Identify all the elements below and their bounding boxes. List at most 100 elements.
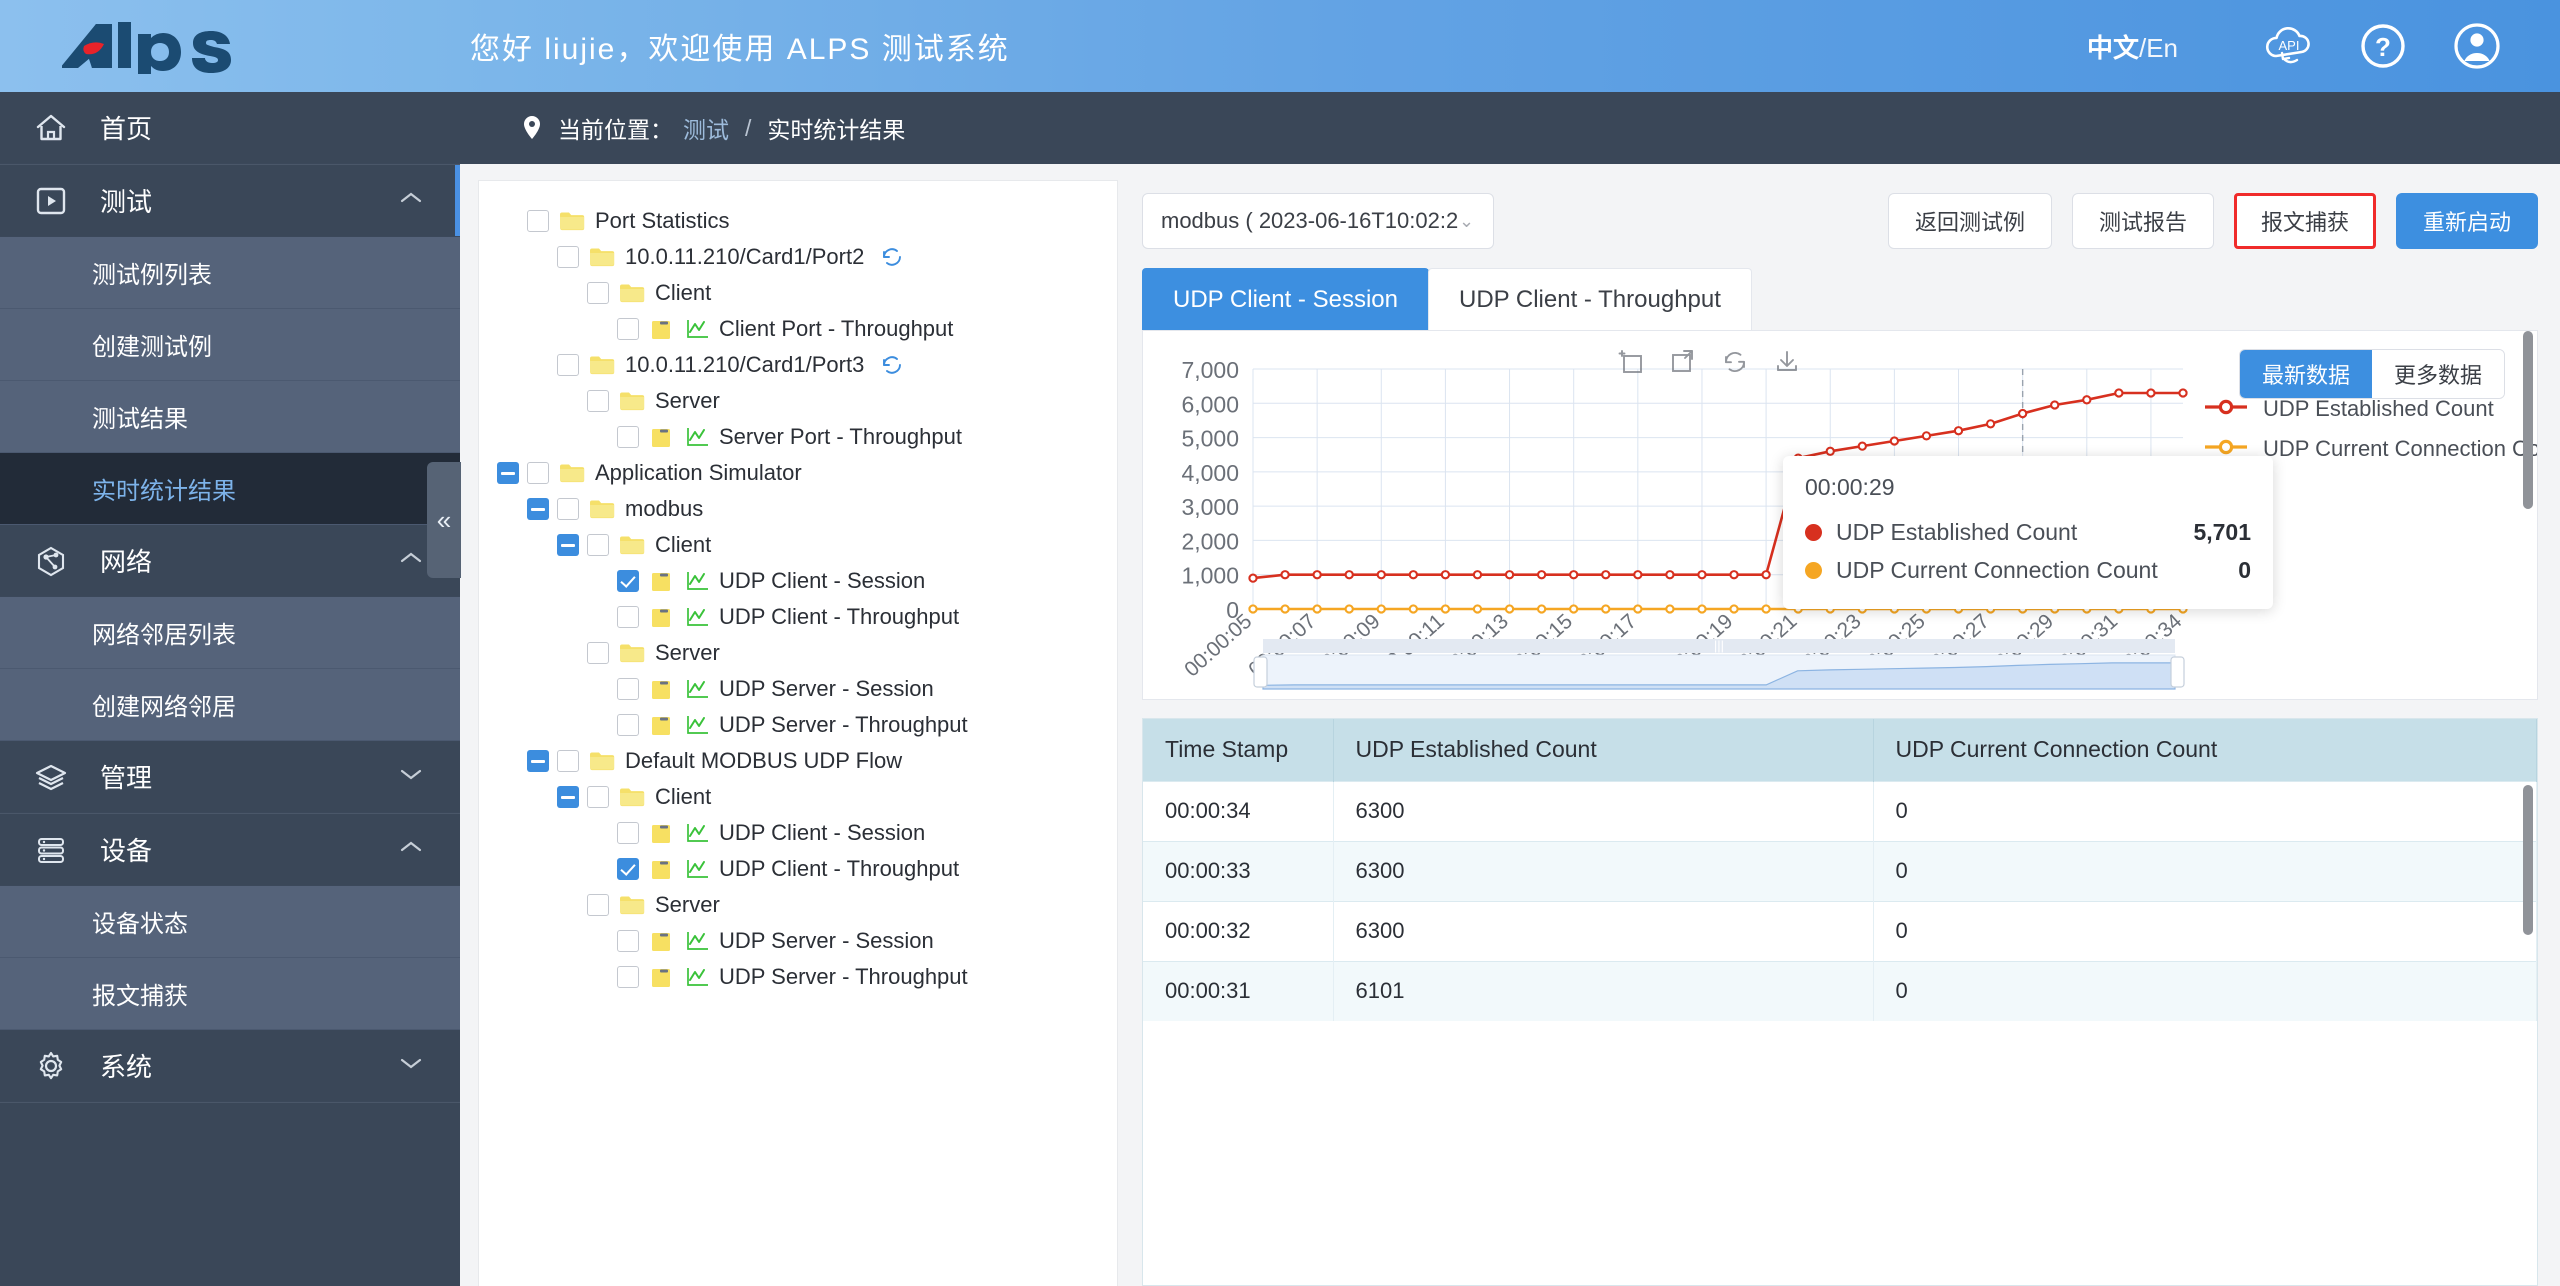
tree-node-checkbox[interactable] (617, 318, 639, 340)
tree-node[interactable]: Client (497, 275, 1117, 311)
sidebar-item-home[interactable]: 首页 (0, 92, 460, 164)
table-row[interactable]: 00:00:32 6300 0 (1143, 900, 2537, 961)
tree-node-checkbox[interactable] (587, 390, 609, 412)
tree-node[interactable]: Server (497, 383, 1117, 419)
tree-node[interactable]: UDP Client - Throughput (497, 599, 1117, 635)
refresh-icon[interactable] (880, 353, 904, 377)
table-row[interactable]: 00:00:33 6300 0 (1143, 840, 2537, 901)
tree-node-checkbox[interactable] (617, 606, 639, 628)
sidebar-item-management[interactable]: 管理 (0, 741, 460, 813)
table-row[interactable]: 00:00:34 6300 0 (1143, 780, 2537, 841)
tree-node-checkbox[interactable] (617, 966, 639, 988)
tree-node[interactable]: Default MODBUS UDP Flow (497, 743, 1117, 779)
sidebar-item-system[interactable]: 系统 (0, 1030, 460, 1102)
refresh-icon[interactable] (1720, 347, 1750, 382)
tree-node[interactable]: Server Port - Throughput (497, 419, 1117, 455)
download-icon[interactable] (1772, 347, 1802, 382)
tree-node-checkbox[interactable] (617, 858, 639, 880)
breadcrumb-link-test[interactable]: 测试 (683, 111, 729, 145)
zoom-restore-icon[interactable] (1668, 347, 1698, 382)
tree-toggle-placeholder (557, 894, 579, 916)
tab-udp-client-session[interactable]: UDP Client - Session (1142, 268, 1429, 330)
tree-collapse-toggle-icon[interactable] (527, 498, 549, 520)
brand-logo[interactable] (0, 18, 460, 74)
tree-node-checkbox[interactable] (587, 894, 609, 916)
tree-node-checkbox[interactable] (527, 462, 549, 484)
tree-node-checkbox[interactable] (587, 786, 609, 808)
sidebar-item-network[interactable]: 网络 (0, 525, 460, 597)
tree-node[interactable]: UDP Server - Session (497, 923, 1117, 959)
tab-udp-client-throughput[interactable]: UDP Client - Throughput (1427, 268, 1752, 330)
sidebar-item-testcase-list[interactable]: 测试例列表 (0, 237, 460, 309)
tree-node-checkbox[interactable] (617, 678, 639, 700)
sidebar-item-realtime-stats[interactable]: 实时统计结果 (0, 453, 460, 525)
testcase-select[interactable]: modbus ( 2023-06-16T10:02:20. ⌄ (1142, 193, 1494, 249)
help-circle-icon[interactable]: ? (2352, 15, 2414, 77)
content-row: Port Statistics 10.0.11.210/Card1/Port2 Cl… (460, 164, 2560, 1286)
tree-node-checkbox[interactable] (617, 426, 639, 448)
sidebar-item-create-network-neighbor[interactable]: 创建网络邻居 (0, 669, 460, 741)
tree-node-checkbox[interactable] (617, 714, 639, 736)
tree-node-checkbox[interactable] (557, 354, 579, 376)
sidebar-item-label: 测试 (100, 187, 153, 217)
tree-node[interactable]: modbus (497, 491, 1117, 527)
sidebar-item-label: 管理 (100, 763, 153, 793)
language-switch-button[interactable]: 中文/En (2087, 28, 2178, 65)
latest-data-button[interactable]: 最新数据 (2239, 350, 2372, 398)
statistics-table-container: Time Stamp UDP Established Count UDP Cur… (1142, 718, 2538, 1286)
table-scrollbar[interactable] (2523, 785, 2533, 1279)
tree-node[interactable]: 10.0.11.210/Card1/Port3 (497, 347, 1117, 383)
tree-node[interactable]: UDP Server - Throughput (497, 959, 1117, 995)
sidebar-item-test[interactable]: 测试 (0, 165, 460, 237)
sidebar-item-create-testcase[interactable]: 创建测试例 (0, 309, 460, 381)
chevron-down-icon: ⌄ (1459, 210, 1475, 231)
tree-node[interactable]: 10.0.11.210/Card1/Port2 (497, 239, 1117, 275)
user-avatar-icon[interactable] (2446, 15, 2508, 77)
sidebar-item-network-neighbor-list[interactable]: 网络邻居列表 (0, 597, 460, 669)
tree-collapse-toggle-icon[interactable] (527, 750, 549, 772)
tree-node[interactable]: UDP Server - Throughput (497, 707, 1117, 743)
tree-node-checkbox[interactable] (557, 246, 579, 268)
tree-node-checkbox[interactable] (587, 534, 609, 556)
zoom-rect-icon[interactable] (1616, 347, 1646, 382)
tree-node[interactable]: Client (497, 779, 1117, 815)
api-cloud-icon[interactable]: API (2258, 15, 2320, 77)
tree-node[interactable]: Server (497, 635, 1117, 671)
svg-text:?: ? (2375, 32, 2391, 62)
tree-node[interactable]: Client (497, 527, 1117, 563)
layers-icon (34, 761, 82, 793)
tree-node[interactable]: Port Statistics (497, 203, 1117, 239)
packet-capture-button[interactable]: 报文捕获 (2233, 193, 2376, 249)
tree-node-checkbox[interactable] (587, 642, 609, 664)
tree-node[interactable]: UDP Client - Throughput (497, 851, 1117, 887)
table-scrollbar-thumb[interactable] (2523, 785, 2533, 935)
tree-node[interactable]: Server (497, 887, 1117, 923)
tree-node[interactable]: UDP Client - Session (497, 563, 1117, 599)
tree-node-checkbox[interactable] (557, 498, 579, 520)
chart-panel-scrollbar[interactable] (2523, 331, 2533, 509)
tree-node[interactable]: UDP Client - Session (497, 815, 1117, 851)
tree-collapse-toggle-icon[interactable] (557, 534, 579, 556)
sidebar-item-device[interactable]: 设备 (0, 814, 460, 886)
tree-node-checkbox[interactable] (617, 930, 639, 952)
tree-collapse-toggle-icon[interactable] (557, 786, 579, 808)
sidebar-collapse-toggle[interactable]: « (427, 462, 461, 578)
sidebar-item-device-status[interactable]: 设备状态 (0, 886, 460, 958)
sidebar-item-packet-capture[interactable]: 报文捕获 (0, 958, 460, 1030)
more-data-button[interactable]: 更多数据 (2371, 350, 2504, 398)
restart-button[interactable]: 重新启动 (2395, 193, 2538, 249)
tree-node-checkbox[interactable] (617, 822, 639, 844)
tree-node[interactable]: Client Port - Throughput (497, 311, 1117, 347)
table-row[interactable]: 00:00:31 6101 0 (1143, 960, 2537, 1021)
tree-collapse-toggle-icon[interactable] (497, 462, 519, 484)
tree-node[interactable]: Application Simulator (497, 455, 1117, 491)
tree-node-checkbox[interactable] (527, 210, 549, 232)
tree-node-checkbox[interactable] (557, 750, 579, 772)
test-report-button[interactable]: 测试报告 (2071, 193, 2214, 249)
refresh-icon[interactable] (880, 245, 904, 269)
tree-node-checkbox[interactable] (617, 570, 639, 592)
back-to-testcase-button[interactable]: 返回测试例 (1887, 193, 2052, 249)
tree-node[interactable]: UDP Server - Session (497, 671, 1117, 707)
sidebar-item-test-result[interactable]: 测试结果 (0, 381, 460, 453)
tree-node-checkbox[interactable] (587, 282, 609, 304)
